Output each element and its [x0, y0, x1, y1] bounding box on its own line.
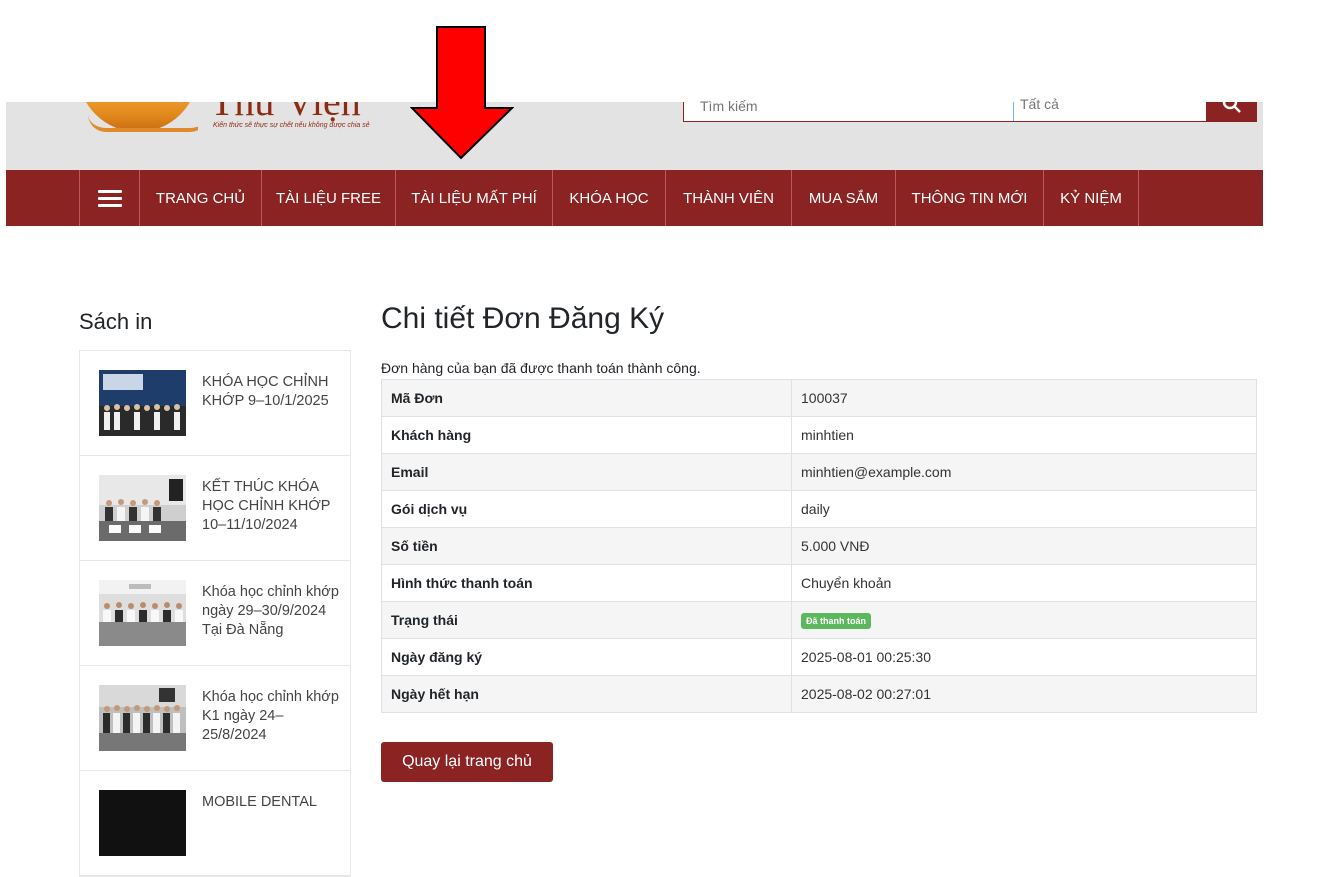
nav-item-courses[interactable]: KHÓA HỌC — [553, 170, 666, 226]
row-key: Số tiền — [381, 527, 792, 565]
row-value: 100037 — [791, 379, 1257, 417]
nav-item-news[interactable]: THÔNG TIN MỚI — [896, 170, 1044, 226]
annotation-arrow-icon — [410, 26, 514, 160]
search-bar: Tất cả — [683, 92, 1257, 122]
logo-sun-icon[interactable] — [78, 102, 198, 136]
back-home-button[interactable]: Quay lại trang chủ — [381, 742, 553, 782]
row-value: minhtien@example.com — [791, 453, 1257, 491]
table-row: Ngày hết hạn 2025-08-02 00:27:01 — [381, 675, 1257, 713]
search-input[interactable] — [684, 92, 1012, 120]
table-row: Gói dịch vụ daily — [381, 490, 1257, 528]
sidebar-item[interactable]: KHÓA HỌC CHỈNH KHỚP 9–10/1/2025 — [80, 351, 350, 456]
sidebar-item[interactable]: MOBILE DENTAL — [80, 771, 350, 876]
nav-item-members[interactable]: THÀNH VIÊN — [666, 170, 792, 226]
row-key: Hình thức thanh toán — [381, 564, 792, 602]
sidebar-item-label[interactable]: Khóa học chỉnh khớp ngày 29–30/9/2024 Tạ… — [202, 583, 342, 640]
sidebar-list: KHÓA HỌC CHỈNH KHỚP 9–10/1/2025 KẾT THÚC… — [79, 350, 351, 877]
table-row: Mã Đơn 100037 — [381, 379, 1257, 417]
sidebar-item-label[interactable]: MOBILE DENTAL — [202, 793, 342, 812]
row-value: 5.000 VNĐ — [791, 527, 1257, 565]
search-category-select[interactable]: Tất cả — [1020, 90, 1200, 118]
status-badge: Đã thanh toán — [801, 613, 871, 629]
row-key: Gói dịch vụ — [381, 490, 792, 528]
logo-title[interactable]: Thư Viện BIVA — [210, 102, 420, 122]
sidebar-thumbnail[interactable] — [99, 475, 186, 541]
row-value: 2025-08-01 00:25:30 — [791, 638, 1257, 676]
row-key: Trạng thái — [381, 601, 792, 639]
search-divider — [1013, 102, 1014, 121]
row-value: daily — [791, 490, 1257, 528]
sidebar-thumbnail[interactable] — [99, 580, 186, 646]
table-row: Khách hàng minhtien — [381, 416, 1257, 454]
order-detail-table: Mã Đơn 100037 Khách hàng minhtien Email … — [381, 379, 1257, 713]
sidebar-item[interactable]: Khóa học chỉnh khớp K1 ngày 24–25/8/2024 — [80, 666, 350, 771]
row-key: Email — [381, 453, 792, 491]
sidebar-item-label[interactable]: KẾT THÚC KHÓA HỌC CHỈNH KHỚP 10–11/10/20… — [202, 478, 342, 535]
sidebar-item[interactable]: KẾT THÚC KHÓA HỌC CHỈNH KHỚP 10–11/10/20… — [80, 456, 350, 561]
table-row: Hình thức thanh toán Chuyển khoản — [381, 564, 1257, 602]
search-icon — [1222, 102, 1241, 113]
sidebar-thumbnail[interactable] — [99, 790, 186, 856]
row-key: Ngày hết hạn — [381, 675, 792, 713]
success-message: Đơn hàng của bạn đã được thanh toán thàn… — [381, 360, 701, 376]
row-value: minhtien — [791, 416, 1257, 454]
sidebar-item-label[interactable]: Khóa học chỉnh khớp K1 ngày 24–25/8/2024 — [202, 688, 342, 745]
row-key: Ngày đăng ký — [381, 638, 792, 676]
table-row: Số tiền 5.000 VNĐ — [381, 527, 1257, 565]
row-value: Đã thanh toán — [791, 601, 1257, 639]
nav-item-free-documents[interactable]: TÀI LIỆU FREE — [262, 170, 396, 226]
sidebar-item[interactable]: Khóa học chỉnh khớp ngày 29–30/9/2024 Tạ… — [80, 561, 350, 666]
nav-item-paid-documents[interactable]: TÀI LIỆU MẤT PHÍ — [396, 170, 553, 226]
main-nav: TRANG CHỦ TÀI LIỆU FREE TÀI LIỆU MẤT PHÍ… — [6, 170, 1263, 226]
nav-item-shopping[interactable]: MUA SẮM — [792, 170, 896, 226]
search-button[interactable] — [1206, 102, 1257, 122]
sidebar-thumbnail[interactable] — [99, 370, 186, 436]
table-row: Email minhtien@example.com — [381, 453, 1257, 491]
sidebar-item-label[interactable]: KHÓA HỌC CHỈNH KHỚP 9–10/1/2025 — [202, 373, 342, 411]
sidebar-title: Sách in — [79, 309, 153, 334]
nav-item-memories[interactable]: KỶ NIỆM — [1044, 170, 1139, 226]
sidebar-thumbnail[interactable] — [99, 685, 186, 751]
nav-item-home[interactable]: TRANG CHỦ — [140, 170, 262, 226]
table-row: Ngày đăng ký 2025-08-01 00:25:30 — [381, 638, 1257, 676]
row-key: Khách hàng — [381, 416, 792, 454]
row-value: 2025-08-02 00:27:01 — [791, 675, 1257, 713]
page-title: Chi tiết Đơn Đăng Ký — [381, 302, 665, 335]
menu-toggle-icon[interactable] — [80, 170, 140, 226]
logo-tagline: Kiến thức sẽ thực sự chết nếu không được… — [213, 122, 370, 129]
row-value: Chuyển khoản — [791, 564, 1257, 602]
row-key: Mã Đơn — [381, 379, 792, 417]
table-row: Trạng thái Đã thanh toán — [381, 601, 1257, 639]
